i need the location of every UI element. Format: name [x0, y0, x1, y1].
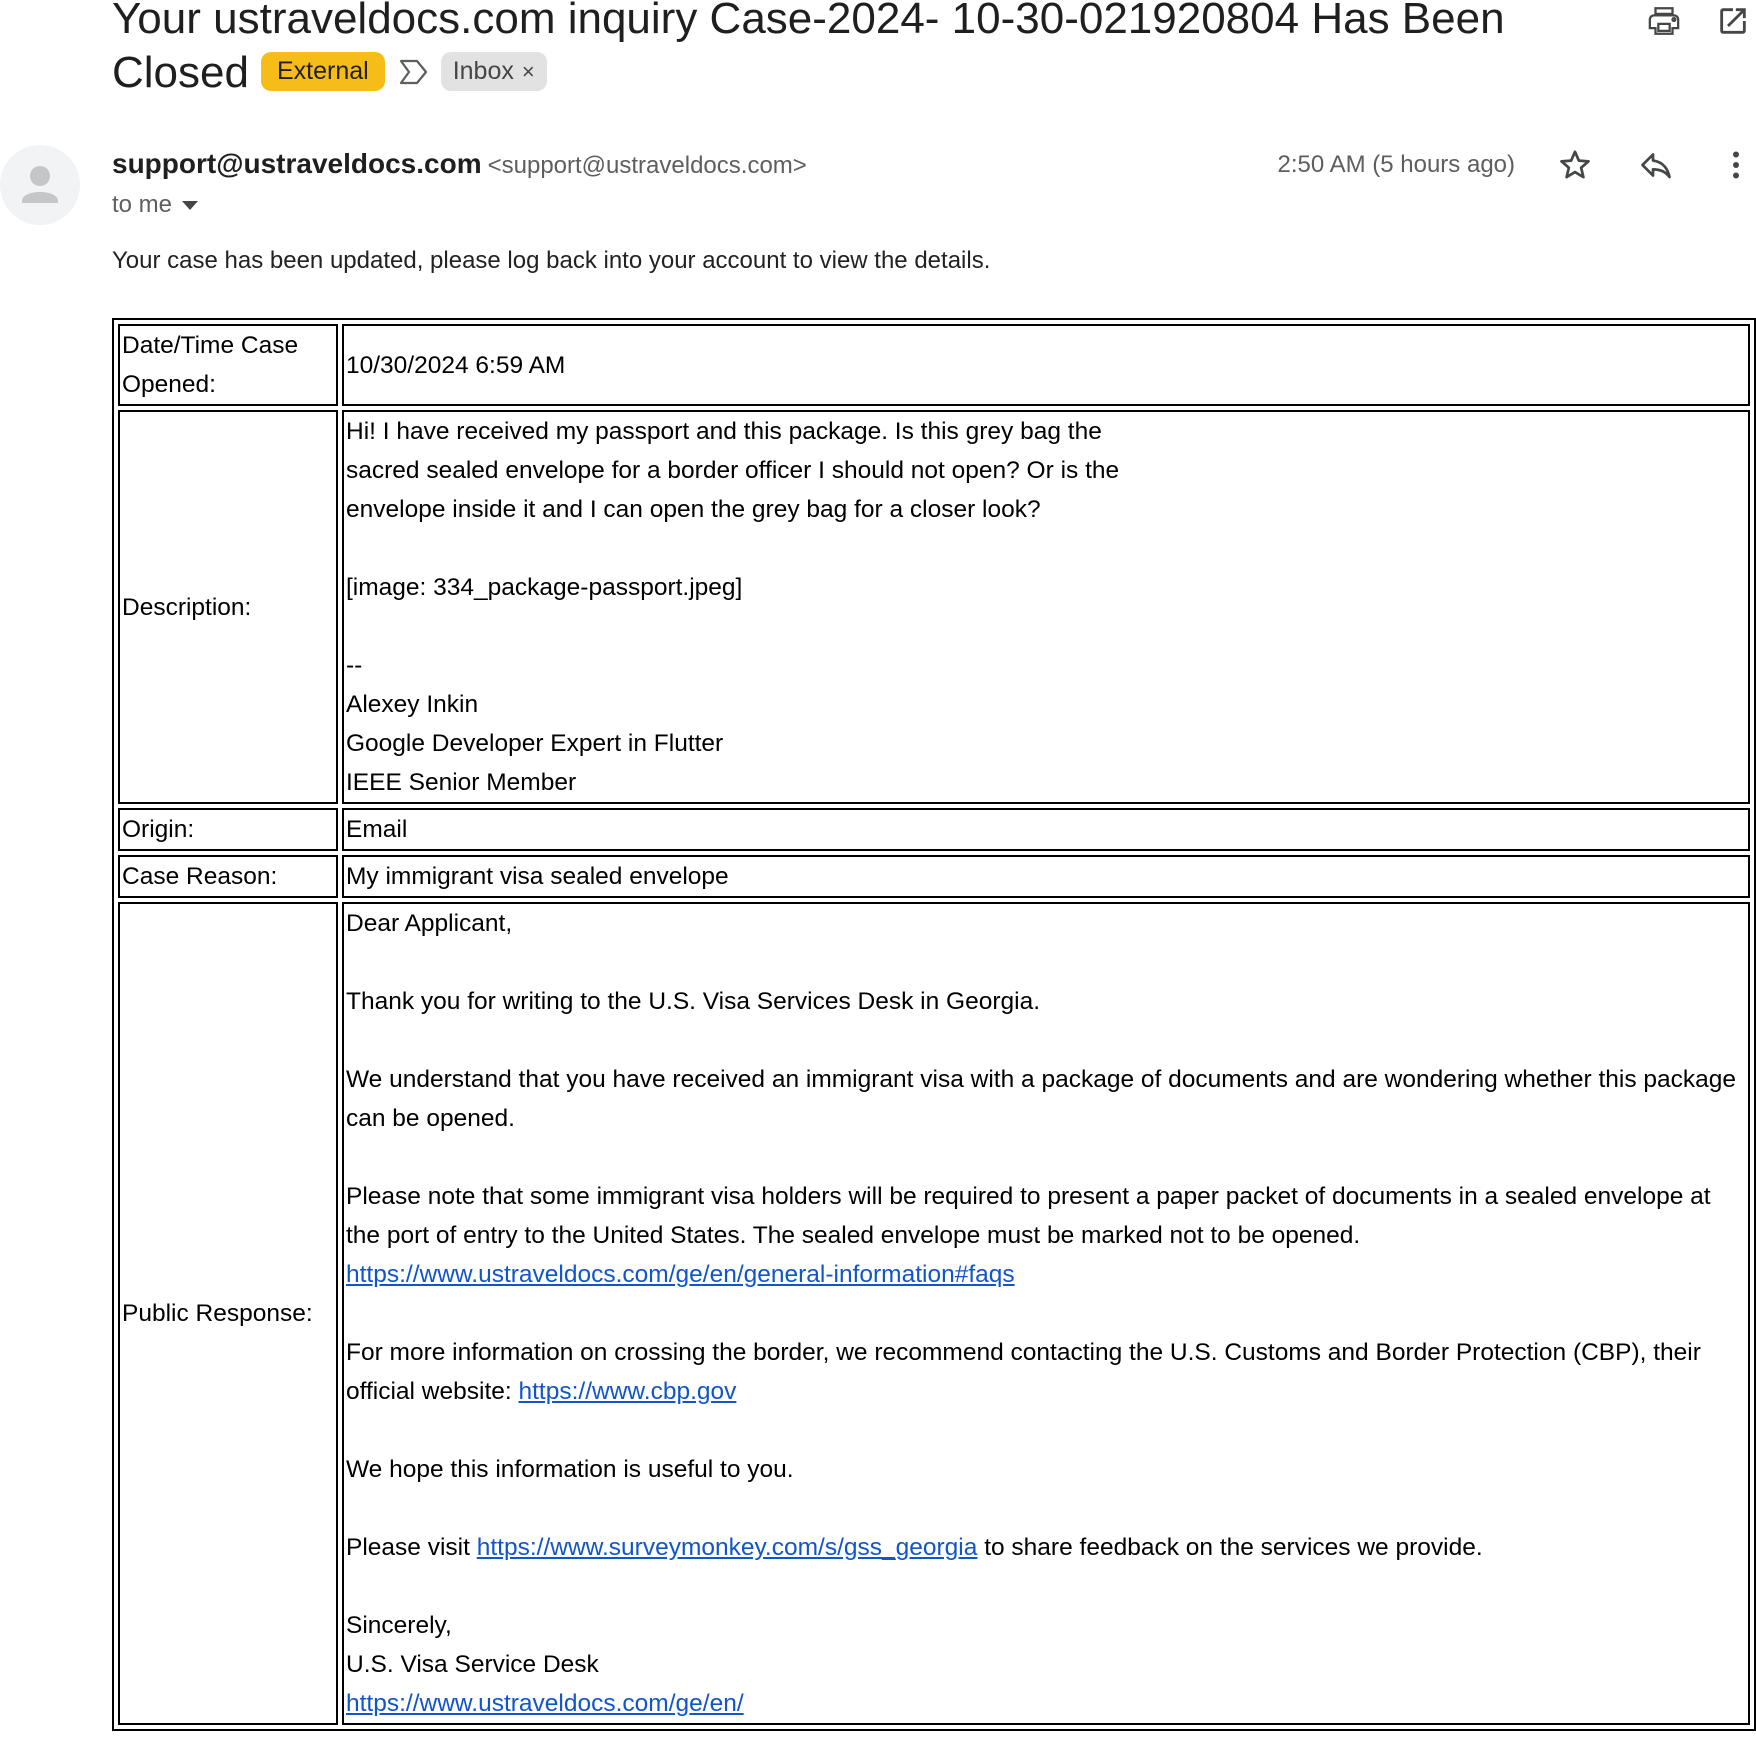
origin-label: Origin:	[118, 808, 338, 851]
description-label: Description:	[118, 410, 338, 804]
survey-pre-text: Please visit	[346, 1534, 470, 1561]
description-line: Google Developer Expert in Flutter	[346, 730, 724, 757]
table-row: Date/Time Case Opened: 10/30/2024 6:59 A…	[118, 324, 1750, 406]
response-sincerely: Sincerely,	[346, 1612, 452, 1639]
response-desk: U.S. Visa Service Desk	[346, 1651, 599, 1678]
public-response-label: Public Response:	[118, 902, 338, 1725]
printer-icon[interactable]	[1647, 4, 1681, 43]
survey-post-text: to share feedback on the services we pro…	[984, 1534, 1483, 1561]
table-row: Public Response: Dear Applicant, Thank y…	[118, 902, 1750, 1725]
inbox-label-chip[interactable]: Inbox ×	[440, 51, 547, 91]
message-intro: Your case has been updated, please log b…	[112, 247, 991, 274]
external-badge: External	[260, 51, 385, 91]
response-survey: Please visit https://www.surveymonkey.co…	[346, 1528, 1746, 1567]
description-line: Hi! I have received my passport and this…	[346, 418, 1102, 445]
case-details-table: Date/Time Case Opened: 10/30/2024 6:59 A…	[112, 318, 1756, 1731]
case-reason-label: Case Reason:	[118, 855, 338, 898]
recipient-text: to me	[112, 191, 173, 218]
survey-link[interactable]: https://www.surveymonkey.com/s/gss_georg…	[477, 1534, 978, 1561]
response-greeting: Dear Applicant,	[346, 910, 513, 937]
response-understand: We understand that you have received an …	[346, 1066, 1737, 1132]
email-subject: Your ustraveldocs.com inquiry Case-2024-…	[112, 0, 1592, 102]
case-reason-value: My immigrant visa sealed envelope	[342, 855, 1750, 898]
star-icon[interactable]	[1557, 147, 1593, 188]
open-in-new-window-icon[interactable]	[1716, 4, 1750, 43]
caret-down-icon[interactable]	[182, 200, 199, 211]
description-line: --	[346, 652, 363, 679]
table-row: Origin: Email	[118, 808, 1750, 851]
importance-marker-icon[interactable]	[399, 44, 429, 98]
response-thanks: Thank you for writing to the U.S. Visa S…	[346, 988, 1041, 1015]
response-note: Please note that some immigrant visa hol…	[346, 1177, 1746, 1294]
description-value: Hi! I have received my passport and this…	[342, 410, 1750, 804]
faq-link[interactable]: https://www.ustraveldocs.com/ge/en/gener…	[346, 1261, 1015, 1288]
description-line: envelope inside it and I can open the gr…	[346, 496, 1041, 523]
opened-value: 10/30/2024 6:59 AM	[342, 324, 1750, 406]
recipient-line[interactable]: to me	[112, 190, 199, 220]
table-row: Description: Hi! I have received my pass…	[118, 410, 1750, 804]
received-time: 2:50 AM (5 hours ago)	[1277, 151, 1515, 178]
table-row: Case Reason: My immigrant visa sealed en…	[118, 855, 1750, 898]
cbp-link[interactable]: https://www.cbp.gov	[519, 1378, 737, 1405]
origin-value: Email	[342, 808, 1750, 851]
sender-name[interactable]: support@ustraveldocs.com	[112, 148, 482, 179]
inbox-label-text: Inbox	[452, 56, 514, 85]
sender-avatar[interactable]	[0, 145, 80, 225]
description-line: IEEE Senior Member	[346, 769, 577, 796]
sender-email: <support@ustraveldocs.com>	[487, 152, 807, 179]
remove-label-icon[interactable]: ×	[522, 59, 535, 84]
person-avatar-icon	[22, 166, 58, 203]
opened-label: Date/Time Case Opened:	[118, 324, 338, 406]
response-hope: We hope this information is useful to yo…	[346, 1456, 794, 1483]
ustraveldocs-link[interactable]: https://www.ustraveldocs.com/ge/en/	[346, 1690, 744, 1717]
response-cbp: For more information on crossing the bor…	[346, 1333, 1746, 1411]
reply-icon[interactable]	[1638, 147, 1674, 188]
more-vertical-icon[interactable]	[1718, 147, 1754, 188]
sender-line: support@ustraveldocs.com <support@ustrave…	[112, 146, 807, 184]
description-line: Alexey Inkin	[346, 691, 479, 718]
description-line	[346, 607, 1746, 646]
description-line: sacred sealed envelope for a border offi…	[346, 457, 1120, 484]
description-line	[346, 529, 1746, 568]
public-response-value: Dear Applicant, Thank you for writing to…	[342, 902, 1750, 1725]
response-note-text: Please note that some immigrant visa hol…	[346, 1183, 1711, 1249]
description-line: [image: 334_package-passport.jpeg]	[346, 574, 743, 601]
